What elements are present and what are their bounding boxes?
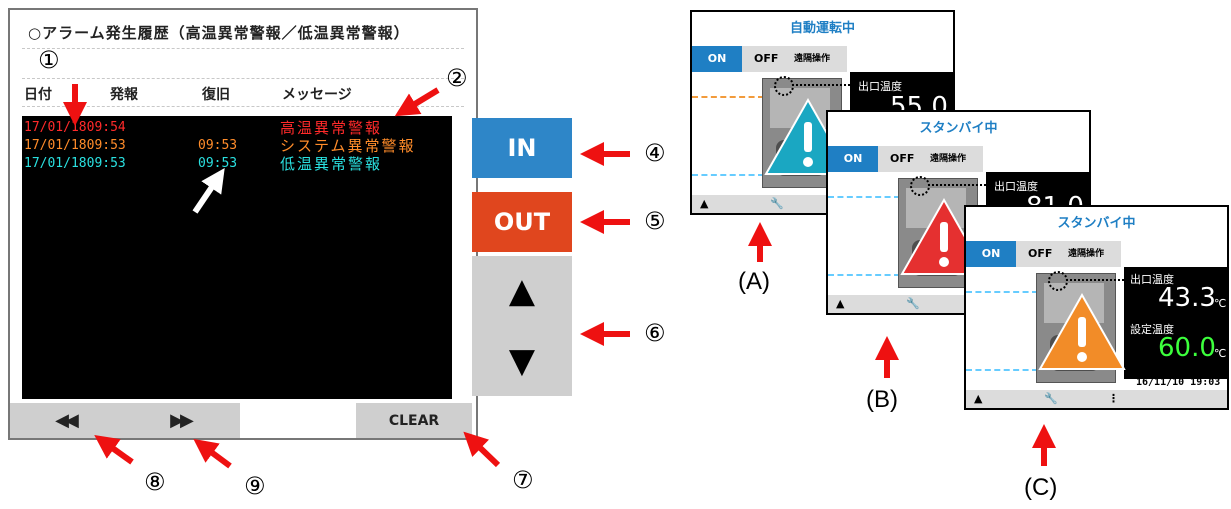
marker-8: ⑧ [144, 468, 166, 496]
arrow-7 [463, 431, 501, 468]
marker-4: ④ [644, 139, 666, 167]
label-a: (A) [738, 268, 770, 295]
arrow-2 [394, 87, 440, 117]
marker-2: ② [446, 64, 468, 92]
marker-6: ⑥ [644, 319, 666, 347]
marker-3: ③ [168, 236, 190, 264]
screen-label-arrows [748, 222, 1056, 466]
label-b: (B) [866, 386, 898, 413]
marker-1: ① [38, 46, 60, 74]
label-c: (C) [1024, 474, 1058, 501]
arrow-3 [192, 168, 225, 214]
arrow-8 [94, 435, 134, 465]
arrow-9 [193, 438, 232, 469]
marker-5: ⑤ [644, 207, 666, 235]
marker-9: ⑨ [244, 472, 266, 500]
annotation-arrows [63, 84, 630, 469]
marker-7: ⑦ [512, 466, 534, 494]
